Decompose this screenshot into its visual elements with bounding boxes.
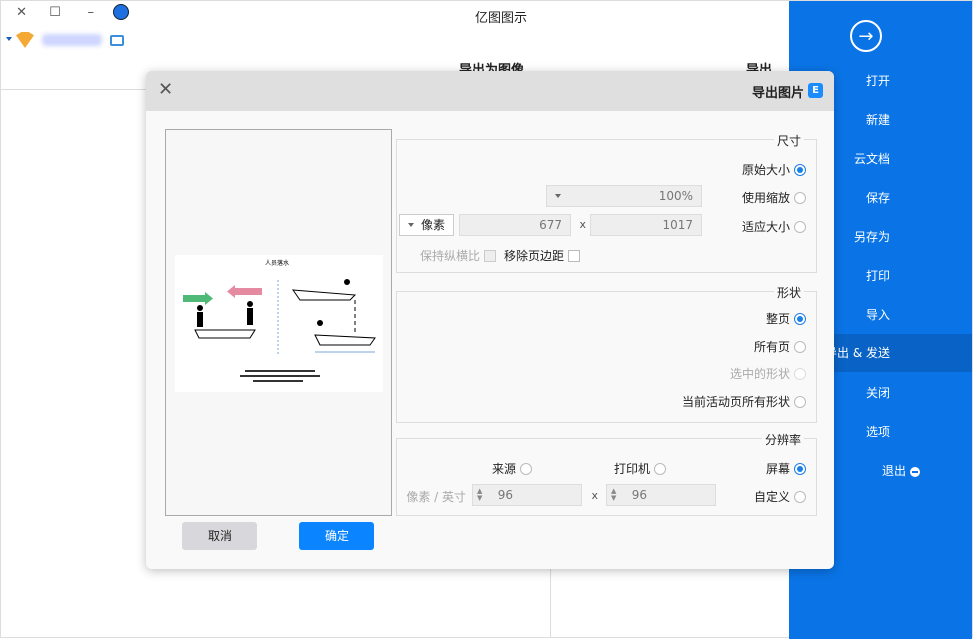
- export-image-dialog: E 导出图片 ✕ 尺寸 原始大小 使用缩放 适应大小 100% 1017 x 6…: [146, 71, 834, 569]
- radio-icon[interactable]: [794, 395, 806, 408]
- caption-line: [253, 380, 303, 382]
- caption-line: [240, 375, 320, 377]
- radio-custom[interactable]: 自定义: [754, 488, 806, 505]
- group-label: 尺寸: [773, 132, 804, 149]
- resolution-group: 分辨率 屏幕 打印机 来源 自定义 96 ▲ ▼ x 96 ▲ ▼ 像素 / 英寸: [396, 431, 817, 516]
- back-button[interactable]: ←: [850, 20, 882, 52]
- dpi-y-spinner[interactable]: 96 ▲ ▼: [472, 484, 582, 506]
- times-label: x: [579, 218, 586, 231]
- zoom-select[interactable]: 100%: [546, 185, 702, 207]
- radio-fit-size[interactable]: 适应大小: [742, 218, 806, 235]
- radio-icon[interactable]: [794, 462, 806, 475]
- close-icon[interactable]: ✕: [158, 79, 173, 100]
- chevron-down-icon[interactable]: [6, 37, 12, 41]
- pin-icon[interactable]: [113, 4, 129, 20]
- keep-ratio-checkbox[interactable]: 保持纵横比: [420, 247, 496, 264]
- group-label: 形状: [773, 284, 804, 301]
- app-window: ← 打开 新建 云文档 保存 另存为 打印 导入 导出 & 发送 关闭 选项 退…: [0, 0, 973, 639]
- radio-whole-page[interactable]: 整页: [766, 310, 806, 327]
- cancel-button[interactable]: 取消: [182, 522, 257, 550]
- diagram-preview: 人员落水: [183, 259, 376, 382]
- radio-source[interactable]: 来源: [492, 460, 532, 477]
- dpi-x-spinner[interactable]: 96 ▲ ▼: [606, 484, 716, 506]
- dialog-title: 导出图片: [751, 86, 804, 101]
- maximize-button[interactable]: ☐: [49, 5, 61, 20]
- radio-icon[interactable]: [794, 163, 806, 176]
- pink-arrow: [235, 288, 262, 295]
- spinner-arrows-icon[interactable]: ▲ ▼: [611, 487, 616, 502]
- minimize-button[interactable]: –: [88, 5, 95, 20]
- checkbox-icon[interactable]: [568, 249, 580, 262]
- times-label: x: [591, 489, 598, 502]
- radio-icon[interactable]: [794, 490, 806, 503]
- boat-right-bottom: [314, 334, 376, 346]
- spinner-arrows-icon[interactable]: ▲ ▼: [477, 487, 482, 502]
- person: [247, 301, 253, 307]
- green-arrow-head: [205, 292, 213, 305]
- caption-line: [245, 370, 315, 372]
- radio-icon[interactable]: [654, 462, 666, 475]
- radio-icon[interactable]: [794, 340, 806, 353]
- person-body: [247, 308, 253, 325]
- radio-icon[interactable]: [520, 462, 532, 475]
- preview-thumbnail: 人员落水: [175, 255, 383, 392]
- radio-icon[interactable]: [794, 367, 806, 380]
- person: [197, 305, 203, 311]
- export-preview: 人员落水: [165, 129, 392, 516]
- close-window-button[interactable]: ✕: [16, 5, 27, 20]
- width-input[interactable]: 1017: [590, 214, 702, 236]
- radio-all-pages[interactable]: 所有页: [754, 338, 806, 355]
- size-group: 尺寸 原始大小 使用缩放 适应大小 100% 1017 x 677 像素 移除页…: [396, 132, 817, 273]
- height-input[interactable]: 677: [459, 214, 571, 236]
- app-title: 亿图图示: [474, 11, 527, 26]
- boat-left: [194, 329, 256, 339]
- person: [344, 279, 350, 285]
- group-label: 分辨率: [761, 431, 804, 448]
- app-logo-icon: E: [808, 83, 823, 98]
- chevron-down-icon: [408, 223, 414, 227]
- ok-button[interactable]: 确定: [299, 522, 374, 550]
- radio-original-size[interactable]: 原始大小: [742, 161, 806, 178]
- chat-icon[interactable]: [110, 35, 124, 46]
- person: [317, 320, 323, 326]
- shape-group: 形状 整页 所有页 选中的形状 当前活动页所有形状: [396, 284, 817, 423]
- radio-icon[interactable]: [794, 220, 806, 233]
- remove-margin-checkbox[interactable]: 移除页边距: [504, 247, 580, 264]
- vip-crown-icon: [16, 32, 34, 48]
- boat-right-top: [291, 289, 357, 301]
- exit-icon: [910, 466, 920, 477]
- radio-screen[interactable]: 屏幕: [766, 460, 806, 477]
- unit-select[interactable]: 像素: [399, 214, 454, 236]
- dpi-unit-label: 像素 / 英寸: [406, 490, 466, 504]
- person-body: [197, 312, 203, 327]
- arrow-left-icon: ←: [858, 25, 874, 47]
- radio-current-page-shapes[interactable]: 当前活动页所有形状: [682, 393, 806, 410]
- radio-selected-shapes[interactable]: 选中的形状: [730, 365, 806, 382]
- radio-printer[interactable]: 打印机: [614, 460, 666, 477]
- radio-icon[interactable]: [794, 191, 806, 204]
- dialog-header: E 导出图片 ✕: [146, 71, 834, 111]
- user-name[interactable]: [42, 34, 102, 46]
- chevron-down-icon: [555, 194, 561, 198]
- radio-use-zoom[interactable]: 使用缩放: [742, 189, 806, 206]
- preview-title: 人员落水: [265, 259, 289, 267]
- green-arrow: [183, 295, 205, 302]
- pink-arrow-head: [227, 285, 235, 298]
- radio-icon[interactable]: [794, 312, 806, 325]
- checkbox-icon[interactable]: [484, 249, 496, 262]
